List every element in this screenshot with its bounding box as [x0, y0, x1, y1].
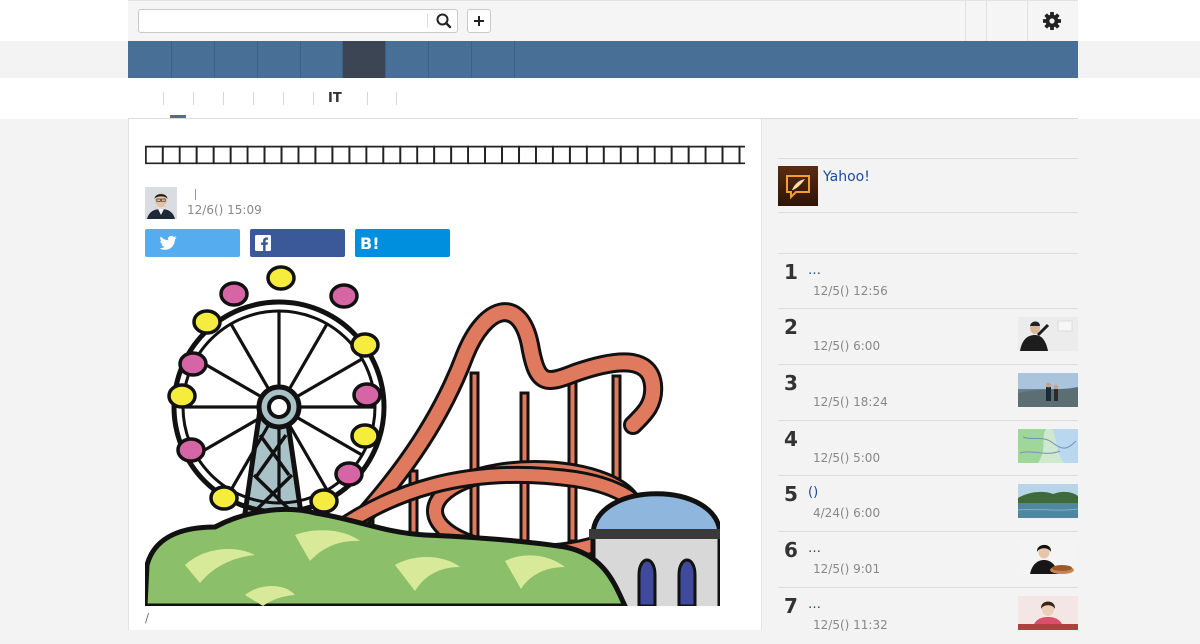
nav-item[interactable] — [258, 41, 301, 78]
rank-number: 4 — [784, 427, 798, 451]
search-divider — [427, 14, 428, 28]
rank-thumbnail[interactable] — [1018, 429, 1078, 463]
nav-item-active[interactable] — [343, 41, 386, 78]
article-column: □□□□□□□□□□□□□□□□□□□□□□□□□□□□□□□□□□□□ 12/… — [128, 119, 762, 630]
facebook-share-button[interactable] — [250, 229, 345, 257]
rank-title[interactable]: … — [808, 263, 821, 278]
rank-thumbnail[interactable] — [1018, 540, 1078, 574]
rank-thumbnail[interactable] — [1018, 484, 1078, 518]
top-bar — [0, 0, 1200, 41]
facebook-icon — [255, 235, 271, 252]
rank-number: 2 — [784, 315, 798, 339]
subnav-divider — [163, 92, 164, 105]
ranking-item[interactable]: 7 … 12/5() 11:32 — [778, 588, 1078, 644]
sidebar-divider — [778, 212, 1078, 213]
rank-number: 7 — [784, 594, 798, 618]
subnav-divider — [313, 92, 314, 105]
ranking-item[interactable]: 1 … 12/5() 12:56 — [778, 254, 1078, 310]
rank-time: 12/5() 5:00 — [813, 451, 881, 465]
gear-icon — [1043, 12, 1061, 30]
image-caption: / — [145, 611, 150, 625]
nav-item[interactable] — [429, 41, 472, 78]
utility-divider — [965, 1, 966, 41]
ranking-item[interactable]: 3 12/5() 18:24 — [778, 365, 1078, 421]
byline-divider — [195, 189, 196, 200]
add-button[interactable] — [467, 9, 491, 33]
published-time: 12/6() 15:09 — [187, 203, 262, 217]
rank-thumbnail[interactable] — [1018, 596, 1078, 630]
subnav-divider — [367, 92, 368, 105]
utility-divider — [1027, 1, 1028, 41]
subnav-divider — [223, 92, 224, 105]
rank-number: 6 — [784, 538, 798, 562]
utility-divider — [986, 1, 987, 41]
ranking-item[interactable]: 2 12/5() 6:00 — [778, 309, 1078, 365]
subnav-divider — [193, 92, 194, 105]
rank-number: 1 — [784, 260, 798, 284]
category-subnav: IT — [0, 78, 1200, 119]
author-avatar[interactable] — [145, 187, 177, 219]
hatena-icon-label: B! — [360, 234, 380, 253]
twitter-share-button[interactable] — [145, 229, 240, 257]
ranking-item[interactable]: 5 () 4/24() 6:00 — [778, 476, 1078, 532]
rank-time: 4/24() 6:00 — [813, 506, 881, 520]
article-title: □□□□□□□□□□□□□□□□□□□□□□□□□□□□□□□□□□□□ — [145, 135, 745, 171]
yahoo-creators-icon[interactable] — [778, 166, 818, 206]
top-bar-inner — [128, 0, 1078, 41]
rank-number: 5 — [784, 482, 798, 506]
twitter-icon — [159, 235, 177, 250]
plus-icon — [474, 16, 484, 26]
rank-thumbnail[interactable] — [1018, 373, 1078, 407]
rank-title[interactable]: … — [808, 541, 821, 556]
search-button[interactable] — [431, 10, 457, 32]
rank-number: 3 — [784, 371, 798, 395]
nav-item[interactable] — [172, 41, 215, 78]
nav-item[interactable] — [472, 41, 515, 78]
nav-item[interactable] — [301, 41, 343, 78]
subnav-divider — [253, 92, 254, 105]
subnav-divider — [396, 92, 397, 105]
yahoo-creators-link[interactable]: Yahoo! — [823, 169, 870, 185]
nav-item[interactable] — [386, 41, 429, 78]
rank-title[interactable]: … — [808, 597, 821, 612]
search-input[interactable] — [139, 10, 427, 32]
sidebar: Yahoo! 1 … 12/5() 12:56 2 12/5() 6:00 3 … — [778, 119, 1078, 632]
article-hero-image — [145, 265, 720, 606]
subnav-divider — [283, 92, 284, 105]
rank-time: 12/5() 6:00 — [813, 339, 881, 353]
rank-title[interactable]: () — [808, 485, 818, 500]
rank-time: 12/5() 9:01 — [813, 562, 881, 576]
ranking-item[interactable]: 4 12/5() 5:00 — [778, 421, 1078, 477]
subnav-item-it[interactable]: IT — [328, 91, 342, 106]
sidebar-divider — [778, 158, 1078, 159]
ranking-item[interactable]: 6 … 12/5() 9:01 — [778, 532, 1078, 588]
hatena-bookmark-icon: B! — [360, 234, 380, 253]
rank-time: 12/5() 18:24 — [813, 395, 888, 409]
rank-time: 12/5() 12:56 — [813, 284, 888, 298]
rank-thumbnail[interactable] — [1018, 317, 1078, 351]
nav-item[interactable] — [215, 41, 258, 78]
settings-button[interactable] — [1041, 10, 1063, 32]
search-box — [138, 9, 458, 33]
search-icon — [436, 13, 452, 29]
nav-item[interactable] — [128, 41, 172, 78]
hatena-bookmark-button[interactable]: B! — [355, 229, 450, 257]
main-nav — [128, 41, 1078, 78]
